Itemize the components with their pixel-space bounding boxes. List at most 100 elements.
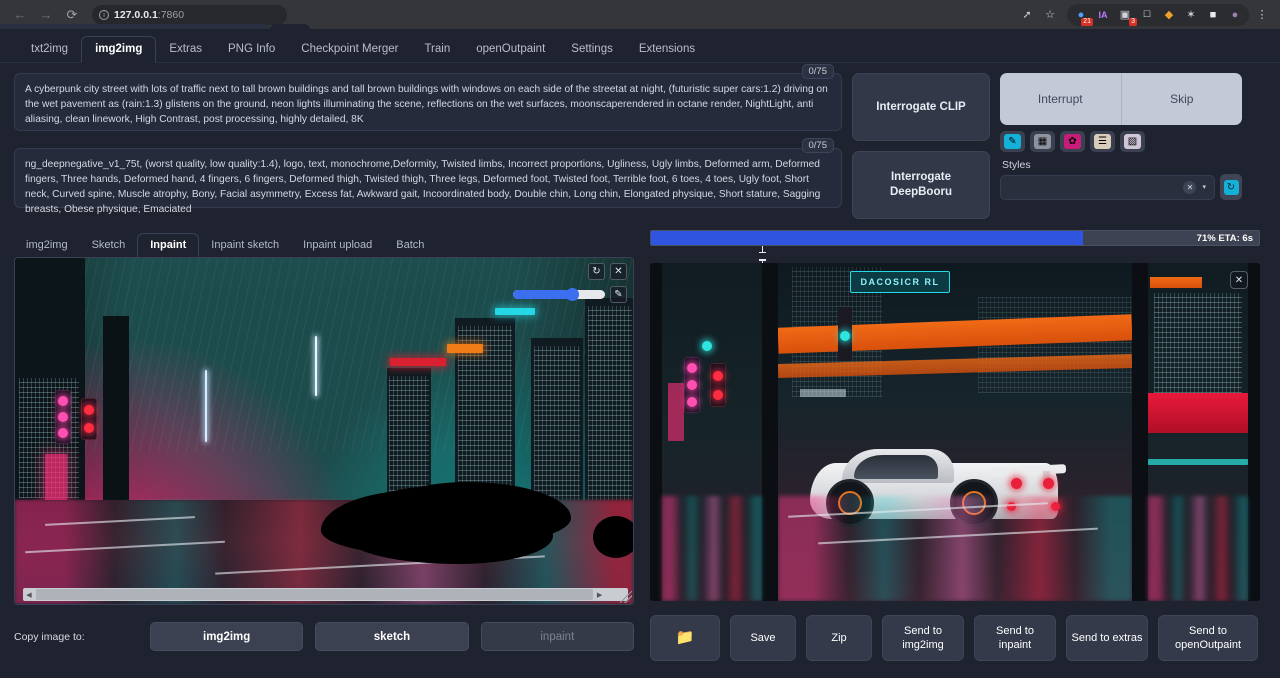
positive-prompt-input[interactable]: A cyberpunk city street with lots of tra…: [14, 73, 842, 131]
traffic-light: [710, 363, 726, 407]
interrogate-clip-button[interactable]: Interrogate CLIP: [852, 73, 990, 141]
extension-screen[interactable]: ▣3: [1115, 5, 1135, 25]
extension-notion[interactable]: ☐: [1137, 5, 1157, 25]
interrupt-skip-row: Interrupt Skip: [1000, 73, 1242, 125]
sub-tab-inpaint[interactable]: Inpaint: [137, 233, 199, 258]
tab-img2img[interactable]: img2img: [81, 36, 156, 63]
extension-square[interactable]: ■: [1203, 5, 1223, 25]
extension-badge-21[interactable]: ●21: [1071, 5, 1091, 25]
chevron-down-icon[interactable]: ▾: [1202, 183, 1206, 191]
forward-arrow-icon[interactable]: →: [34, 3, 58, 27]
tab-txt2img[interactable]: txt2img: [18, 37, 81, 62]
neon-strip: [315, 336, 317, 396]
send-to-openoutpaint-button[interactable]: Send to openOutpaint: [1158, 615, 1258, 661]
generation-controls: Interrogate CLIP Interrogate DeepBooru I…: [852, 73, 1256, 219]
neon-strip: [800, 389, 846, 397]
paintbrush-glyph: ✎: [1004, 134, 1021, 149]
scrollbar-thumb[interactable]: [36, 589, 593, 600]
neon-sign: [1150, 277, 1202, 288]
tab-extensions[interactable]: Extensions: [626, 37, 708, 62]
send-to-img2img-button[interactable]: Send to img2img: [882, 615, 964, 661]
extension-avatar[interactable]: ●: [1225, 5, 1245, 25]
output-pane: 71% ETA: 6s: [650, 230, 1260, 661]
paintbrush-icon[interactable]: ✎: [1000, 131, 1025, 152]
canvas-resize-handle[interactable]: [620, 591, 632, 603]
tab-png-info[interactable]: PNG Info: [215, 37, 288, 62]
canvas-horizontal-scrollbar[interactable]: ◀ ▶: [23, 588, 628, 601]
kebab-menu-icon[interactable]: ⋮: [1252, 5, 1272, 25]
progress-bar: 71% ETA: 6s: [650, 230, 1260, 246]
tail-light: [1011, 478, 1022, 489]
sub-tab-img2img[interactable]: img2img: [14, 234, 80, 257]
sub-tab-inpaint-sketch[interactable]: Inpaint sketch: [199, 234, 291, 257]
copy-to-img2img-button[interactable]: img2img: [150, 622, 303, 651]
result-image-container[interactable]: DACOSICR RL: [650, 263, 1260, 601]
slider-knob[interactable]: [566, 288, 579, 301]
generate-column: Interrupt Skip ✎ ▦ ✿ ☰ ▧ Styles ✕ ▾ ↻: [1000, 73, 1242, 219]
share-icon[interactable]: ➚: [1017, 5, 1037, 25]
result-image: DACOSICR RL: [778, 263, 1132, 601]
img2img-mode-tabs: img2img Sketch Inpaint Inpaint sketch In…: [14, 230, 634, 257]
skip-button[interactable]: Skip: [1122, 73, 1243, 125]
clear-x-icon[interactable]: ✕: [1183, 181, 1196, 194]
site-info-icon[interactable]: i: [99, 10, 109, 20]
undo-icon[interactable]: ↻: [588, 263, 605, 280]
refresh-styles-button[interactable]: ↻: [1220, 174, 1242, 200]
close-icon[interactable]: ✕: [610, 263, 627, 280]
building-windows: [588, 306, 632, 516]
sub-tab-sketch[interactable]: Sketch: [80, 234, 138, 257]
address-bar[interactable]: i 127.0.0.1:7860: [92, 5, 287, 25]
star-icon[interactable]: ☆: [1040, 5, 1060, 25]
tab-train[interactable]: Train: [411, 37, 463, 62]
reload-icon[interactable]: ⟳: [60, 3, 84, 27]
negative-prompt-input[interactable]: ng_deepnegative_v1_75t, (worst quality, …: [14, 148, 842, 208]
tab-extras[interactable]: Extras: [156, 37, 215, 62]
art-palette-icon[interactable]: ✿: [1060, 131, 1085, 152]
traffic-light-dot: [84, 405, 94, 415]
close-result-button[interactable]: ✕: [1230, 271, 1248, 289]
neon-sign: [447, 344, 483, 353]
tab-openoutpaint[interactable]: openOutpaint: [463, 37, 558, 62]
tab-checkpoint-merger[interactable]: Checkpoint Merger: [288, 37, 411, 62]
traffic-light-dot: [713, 390, 723, 400]
extension-puzzle[interactable]: ✶: [1181, 5, 1201, 25]
prompt-tool-row: ✎ ▦ ✿ ☰ ▧: [1000, 131, 1242, 152]
brush-icon[interactable]: ✎: [610, 286, 627, 303]
send-to-inpaint-button[interactable]: Send to inpaint: [974, 615, 1056, 661]
zip-button[interactable]: Zip: [806, 615, 872, 661]
result-image-right-edge: [1148, 263, 1248, 601]
extension-color[interactable]: ◆: [1159, 5, 1179, 25]
palette-glyph: ✿: [1064, 134, 1081, 149]
scroll-right-arrow[interactable]: ▶: [594, 591, 606, 599]
building: [103, 316, 129, 516]
interrogate-column: Interrogate CLIP Interrogate DeepBooru: [852, 73, 990, 219]
styles-select[interactable]: ✕ ▾: [1000, 175, 1215, 200]
save-card-icon[interactable]: ▧: [1120, 131, 1145, 152]
sub-tab-batch[interactable]: Batch: [384, 234, 436, 257]
neon-dot: [702, 341, 712, 351]
clipboard-icon[interactable]: ☰: [1090, 131, 1115, 152]
building-windows: [1154, 293, 1242, 403]
prompt-area: 0/75 A cyberpunk city street with lots o…: [0, 63, 1280, 219]
copy-to-sketch-button[interactable]: sketch: [315, 622, 468, 651]
send-to-extras-button[interactable]: Send to extras: [1066, 615, 1148, 661]
traffic-light: [55, 390, 71, 444]
extension-ia[interactable]: IA: [1093, 5, 1113, 25]
inpaint-canvas[interactable]: ↻ ✕ ✎ ◀ ▶: [14, 257, 634, 605]
save-button[interactable]: Save: [730, 615, 796, 661]
neon-dot: [840, 331, 850, 341]
wet-reflections: [1148, 496, 1248, 601]
sub-tab-inpaint-upload[interactable]: Inpaint upload: [291, 234, 384, 257]
tab-settings[interactable]: Settings: [558, 37, 626, 62]
back-arrow-icon[interactable]: ←: [8, 3, 32, 27]
styles-label: Styles: [1002, 159, 1242, 171]
interrogate-deepbooru-button[interactable]: Interrogate DeepBooru: [852, 151, 990, 219]
neon-sign: [668, 383, 684, 441]
interrupt-button[interactable]: Interrupt: [1000, 73, 1122, 125]
main-content: img2img Sketch Inpaint Inpaint sketch In…: [0, 219, 1280, 661]
traffic-light-dot: [58, 428, 68, 438]
trash-icon[interactable]: ▦: [1030, 131, 1055, 152]
brush-size-slider[interactable]: [513, 290, 605, 299]
open-folder-button[interactable]: 📁: [650, 615, 720, 661]
scroll-left-arrow[interactable]: ◀: [23, 591, 35, 599]
